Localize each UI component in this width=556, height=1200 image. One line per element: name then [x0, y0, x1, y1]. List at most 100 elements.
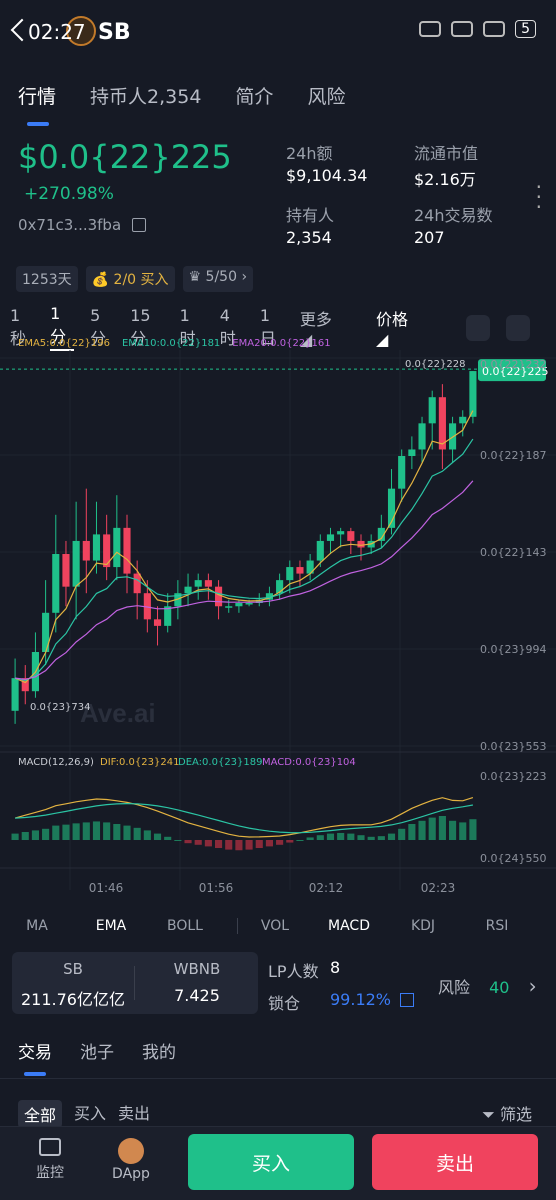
settings-icon[interactable]: [506, 314, 530, 341]
price-chart[interactable]: Ave.ai0.0{22}2250.0{22}2280.0{23}7340.0{…: [0, 350, 556, 910]
candle-body: [204, 580, 212, 587]
macd-legend-label: DIF:0.0{23}241: [100, 757, 179, 768]
lock-value[interactable]: 99.12%: [330, 990, 415, 1009]
candle-body: [357, 540, 365, 548]
funnel-icon: ⏷: [482, 1105, 495, 1124]
macd-bar: [225, 840, 233, 850]
tab-intro[interactable]: 简介: [235, 82, 273, 109]
page-title: SB: [98, 20, 131, 45]
filter-buy[interactable]: 买入: [74, 1100, 106, 1128]
macd-bar: [265, 840, 273, 847]
status-time: 02:27: [28, 20, 86, 44]
macd-bar: [398, 828, 406, 840]
macd-bar: [82, 822, 90, 840]
ind-kdj[interactable]: KDJ: [386, 918, 460, 934]
contract-address[interactable]: 0x71c3...3fba: [18, 216, 146, 234]
candle-body: [153, 619, 162, 626]
nav-monitor[interactable]: 监控: [30, 1138, 70, 1182]
tab-trades[interactable]: 交易: [18, 1038, 52, 1063]
candle-body: [123, 527, 131, 574]
alarm-icon: [451, 21, 474, 37]
candle-body: [62, 554, 70, 587]
tab-pool[interactable]: 池子: [80, 1038, 114, 1063]
stat-label: 24h额: [286, 144, 333, 163]
stat-value: $9,104.34: [286, 166, 368, 185]
macd-bar: [123, 825, 131, 840]
macd-bar: [449, 820, 457, 840]
ind-macd[interactable]: MACD: [312, 918, 386, 934]
ind-ema[interactable]: EMA: [74, 918, 148, 934]
lp-holders: 8: [330, 958, 341, 977]
tab-mine[interactable]: 我的: [142, 1038, 176, 1063]
candle-body: [215, 586, 223, 607]
stat-value: 207: [414, 228, 445, 247]
ind-ma[interactable]: MA: [0, 918, 74, 934]
price-axis-label: 0.0{22}187: [480, 449, 546, 462]
macd-bar: [428, 817, 436, 840]
watermark: Ave.ai: [80, 698, 156, 728]
nav-dapp[interactable]: DApp: [106, 1138, 156, 1182]
ind-boll[interactable]: BOLL: [148, 918, 222, 934]
stat-label: 24h交易数: [414, 206, 493, 225]
battery-icon: 5: [515, 20, 536, 38]
filter-button[interactable]: ⏷ 筛选: [482, 1101, 532, 1125]
candle-body: [133, 573, 141, 594]
candle-body: [296, 567, 304, 574]
candle-body: [11, 678, 19, 711]
stat-label: 持有人: [286, 206, 335, 225]
candle-body: [245, 603, 253, 605]
sell-button[interactable]: 卖出: [372, 1134, 538, 1190]
pool-divider: [134, 966, 135, 1000]
tab-market[interactable]: 行情: [18, 82, 56, 109]
macd-bar: [113, 824, 121, 840]
drawing-tool-icon[interactable]: [466, 314, 491, 341]
macd-bar: [62, 824, 70, 840]
candle-body: [113, 527, 121, 568]
filter-all[interactable]: 全部: [18, 1100, 63, 1128]
time-axis-label: 02:23: [421, 881, 456, 895]
stat-value: 2,354: [286, 228, 332, 247]
macd-bar: [245, 840, 253, 850]
tf-price[interactable]: 价格 ◢: [376, 306, 436, 349]
macd-bar: [377, 836, 385, 840]
macd-bar: [408, 824, 416, 840]
main-tabs: 行情 持币人2,354 简介 风险: [18, 82, 345, 109]
ind-rsi[interactable]: RSI: [460, 918, 534, 934]
tab-indicator: [27, 122, 49, 126]
ind-vol[interactable]: VOL: [238, 918, 312, 934]
macd-bar: [316, 835, 324, 840]
filter-sell[interactable]: 卖出: [118, 1100, 150, 1128]
macd-legend-label: MACD(12,26,9): [18, 757, 94, 768]
more-icon[interactable]: · · ·: [536, 177, 542, 217]
copy-icon[interactable]: [131, 218, 146, 232]
candle-body: [184, 586, 192, 594]
macd-bar: [255, 840, 263, 848]
macd-bar: [306, 837, 314, 840]
macd-axis-label: 0.0{24}550: [480, 852, 546, 865]
macd-bar: [286, 840, 294, 843]
price-axis-label: 0.0{23}994: [480, 643, 546, 656]
ema5-label: EMA5:0.0{22}196: [18, 338, 110, 349]
risk-row[interactable]: 风险 40 ›: [438, 974, 537, 998]
macd-bar: [469, 819, 477, 840]
tab-holders[interactable]: 持币人2,354: [90, 82, 201, 109]
buy-button[interactable]: 买入: [188, 1134, 354, 1190]
pool-token-a: SB: [63, 960, 83, 978]
ema10-label: EMA10:0.0{22}181: [121, 338, 221, 349]
info-chips: 1253天 💰 2/0 买入 ♛ 5/50 ›: [16, 266, 254, 292]
tf-more-label: 更多: [299, 310, 332, 329]
candle-body: [347, 531, 355, 541]
candle-body: [225, 606, 233, 608]
macd-bar: [103, 822, 111, 840]
rank-chip[interactable]: ♛ 5/50 ›: [182, 266, 254, 292]
buy-chip[interactable]: 💰 2/0 买入: [85, 266, 175, 292]
token-price: $0.0{22}225: [18, 138, 232, 176]
tab-risk[interactable]: 风险: [307, 82, 345, 109]
ema-legend: EMA5:0.0{22}196 EMA10:0.0{22}181 EMA20:0…: [18, 338, 331, 349]
macd-bar: [347, 833, 355, 840]
candle-body: [398, 456, 406, 489]
candle-body: [235, 603, 243, 607]
candle-body: [286, 567, 294, 581]
chart-icon: [39, 1138, 61, 1156]
age-chip: 1253天: [16, 266, 78, 292]
